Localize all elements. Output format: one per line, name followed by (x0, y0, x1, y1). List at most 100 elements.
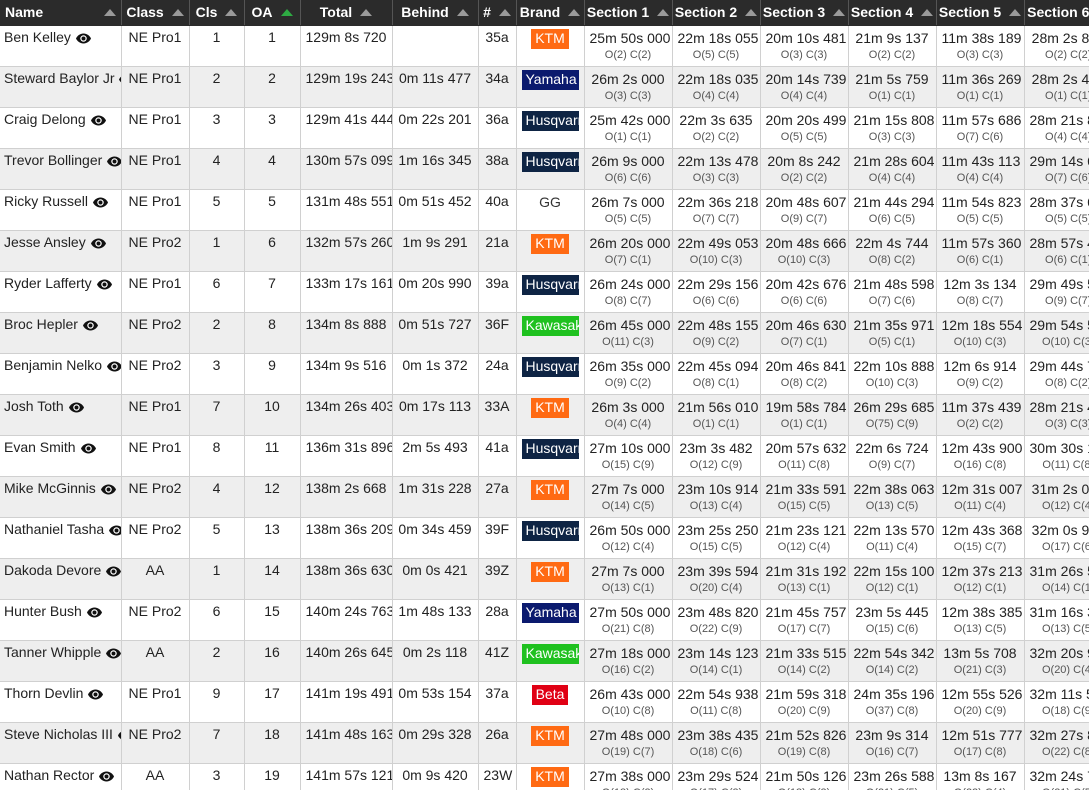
cell-brand: Husqvarna (516, 107, 585, 149)
column-header-brand[interactable]: Brand (516, 0, 585, 26)
eye-icon[interactable] (106, 566, 120, 577)
eye-icon[interactable] (88, 689, 104, 700)
sort-asc-icon[interactable] (498, 8, 511, 16)
table-row[interactable]: Benjamin Nelko NE Pro2 3 9 134m 9s 516 0m 1s … (0, 353, 1089, 395)
table-row[interactable]: Trevor Bollinger NE Pro1 4 4 130m 57s 099 1m … (0, 148, 1089, 190)
table-row[interactable]: Hunter Bush NE Pro2 6 15 140m 24s 763 1m 48s … (0, 599, 1089, 641)
column-header-sec6[interactable]: Section 6 (1024, 0, 1089, 26)
section-position: O(11) C(8) (1042, 458, 1089, 471)
sort-asc-icon[interactable] (360, 8, 373, 16)
column-header-sec5[interactable]: Section 5 (936, 0, 1025, 26)
cell-section-1: 26m 20s 000 O(7) C(1) (584, 230, 673, 272)
sort-asc-icon[interactable] (280, 8, 293, 16)
column-header-sec1[interactable]: Section 1 (584, 0, 673, 26)
cell-brand: KTM (516, 763, 585, 790)
cell-section-2: 22m 36s 218 O(7) C(7) (672, 189, 761, 231)
table-row[interactable]: Steve Nicholas III NE Pro2 7 18 141m 48s 163… (0, 722, 1089, 764)
table-row[interactable]: Dakoda Devore AA 1 14 138m 36s 630 0m 0s 421 3… (0, 558, 1089, 600)
table-row[interactable]: Thorn Devlin NE Pro1 9 17 141m 19s 491 0m 53s… (0, 681, 1089, 723)
sort-asc-icon[interactable] (225, 8, 238, 16)
section-time: 11m 38s 189 (941, 29, 1022, 46)
eye-icon[interactable] (96, 279, 112, 290)
cell-section-2: 22m 45s 094 O(8) C(1) (672, 353, 761, 395)
eye-icon[interactable] (68, 402, 84, 413)
table-row[interactable]: Ben Kelley NE Pro1 1 1 129m 8s 720 35a KTM 25m … (0, 25, 1089, 67)
table-row[interactable]: Craig Delong NE Pro1 3 3 129m 41s 444 0m 22s … (0, 107, 1089, 149)
eye-icon[interactable] (109, 525, 120, 536)
eye-icon[interactable] (80, 443, 96, 454)
eye-icon[interactable] (86, 607, 102, 618)
table-row[interactable]: Steward Baylor Jr NE Pro1 2 2 129m 19s 243 0m… (0, 66, 1089, 108)
cell-section-1: 25m 42s 000 O(1) C(1) (584, 107, 673, 149)
cell-section-5: 11m 57s 360 O(6) C(1) (936, 230, 1025, 272)
cell-brand: Husqvarna (516, 435, 585, 477)
section-position: O(13) C(5) (865, 499, 919, 512)
column-header-sec2[interactable]: Section 2 (672, 0, 761, 26)
section-position: O(9) C(7) (1045, 294, 1089, 307)
column-header-sec4[interactable]: Section 4 (848, 0, 937, 26)
sort-asc-icon[interactable] (171, 8, 184, 16)
cell-oa: 16 (244, 640, 301, 682)
table-row[interactable]: Josh Toth NE Pro1 7 10 134m 26s 403 0m 17s 11… (0, 394, 1089, 436)
eye-icon[interactable] (75, 33, 91, 44)
eye-icon[interactable] (106, 648, 120, 659)
cell-section-2: 22m 54s 938 O(11) C(8) (672, 681, 761, 723)
section-time: 21m 23s 121 (765, 521, 847, 538)
cell-section-6: 28m 2s 441 O(1) C(1) (1024, 66, 1089, 108)
sort-asc-icon[interactable] (657, 8, 670, 16)
cell-oa: 17 (244, 681, 301, 723)
section-time: 21m 5s 759 (855, 70, 929, 87)
column-header-name[interactable]: Name (0, 0, 122, 26)
section-position: O(4) C(4) (604, 417, 652, 430)
column-header-total[interactable]: Total (300, 0, 393, 26)
cell-section-1: 26m 24s 000 O(8) C(7) (584, 271, 673, 313)
column-header-behind[interactable]: Behind (392, 0, 479, 26)
column-header-class[interactable]: Class (121, 0, 190, 26)
cell-section-3: 21m 33s 515 O(14) C(2) (760, 640, 849, 682)
eye-icon[interactable] (107, 156, 120, 167)
table-row[interactable]: Evan Smith NE Pro1 8 11 136m 31s 896 2m 5s 49… (0, 435, 1089, 477)
cell-section-4: 23m 9s 314 O(16) C(7) (848, 722, 937, 764)
eye-icon[interactable] (100, 484, 116, 495)
column-header-number[interactable]: # (478, 0, 517, 26)
cell-section-4: 21m 44s 294 O(6) C(5) (848, 189, 937, 231)
section-position: O(3) C(3) (1045, 417, 1089, 430)
section-position: O(8) C(2) (780, 376, 828, 389)
column-header-sec3[interactable]: Section 3 (760, 0, 849, 26)
column-header-cls[interactable]: Cls (189, 0, 245, 26)
sort-asc-icon[interactable] (103, 8, 116, 16)
section-time: 11m 43s 113 (941, 152, 1021, 169)
sort-asc-icon[interactable] (568, 8, 581, 16)
column-header-oa[interactable]: OA (244, 0, 301, 26)
table-row[interactable]: Ricky Russell NE Pro1 5 5 131m 48s 551 0m 51s… (0, 189, 1089, 231)
cell-section-4: 21m 28s 604 O(4) C(4) (848, 148, 937, 190)
sort-asc-icon[interactable] (1009, 8, 1022, 16)
table-row[interactable]: Mike McGinnis NE Pro2 4 12 138m 2s 668 1m 31s… (0, 476, 1089, 518)
cell-total: 140m 24s 763 (300, 599, 393, 641)
eye-icon[interactable] (90, 238, 106, 249)
table-row[interactable]: Ryder Lafferty NE Pro1 6 7 133m 17s 161 0m 20… (0, 271, 1089, 313)
eye-icon[interactable] (90, 115, 106, 126)
eye-icon[interactable] (99, 771, 115, 782)
eye-icon[interactable] (107, 361, 120, 372)
sort-asc-icon[interactable] (921, 8, 934, 16)
cell-total: 130m 57s 099 (300, 148, 393, 190)
section-time: 21m 28s 604 (853, 152, 935, 169)
table-row[interactable]: Broc Hepler NE Pro2 2 8 134m 8s 888 0m 51s 72… (0, 312, 1089, 354)
table-row[interactable]: Jesse Ansley NE Pro2 1 6 132m 57s 260 1m 9s 2… (0, 230, 1089, 272)
section-time: 27m 48s 000 (589, 726, 671, 743)
section-time: 26m 50s 000 (589, 521, 671, 538)
table-row[interactable]: Nathan Rector AA 3 19 141m 57s 121 0m 9s 420 2… (0, 763, 1089, 790)
sort-asc-icon[interactable] (456, 8, 469, 16)
section-position: O(20) C(4) (1041, 663, 1089, 676)
eye-icon[interactable] (82, 320, 98, 331)
sort-asc-icon[interactable] (745, 8, 758, 16)
section-position: O(7) C(6) (868, 294, 916, 307)
eye-icon[interactable] (93, 197, 109, 208)
section-time: 19m 58s 784 (765, 398, 847, 415)
sort-asc-icon[interactable] (833, 8, 846, 16)
section-time: 32m 27s 811 (1029, 726, 1089, 743)
table-row[interactable]: Nathaniel Tasha NE Pro2 5 13 138m 36s 209 0m … (0, 517, 1089, 559)
table-row[interactable]: Tanner Whipple AA 2 16 140m 26s 645 0m 2s 118… (0, 640, 1089, 682)
cell-number: 41Z (478, 640, 517, 682)
